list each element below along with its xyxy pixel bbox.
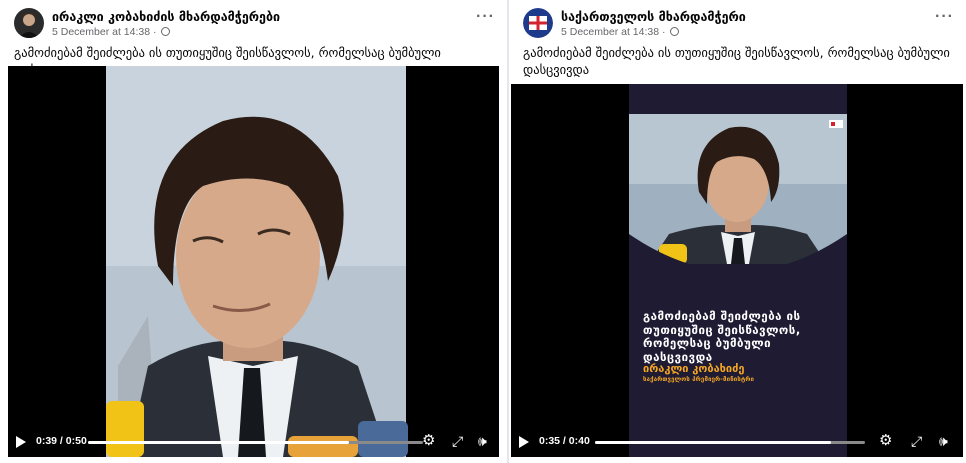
video-frame <box>8 66 499 457</box>
avatar[interactable] <box>14 8 44 38</box>
fullscreen-icon[interactable]: ⤢ <box>911 434 922 448</box>
globe-icon <box>670 27 680 36</box>
play-icon[interactable] <box>519 436 529 448</box>
video-progress-bar[interactable] <box>595 441 865 444</box>
more-icon[interactable]: ··· <box>476 9 495 25</box>
author-name[interactable]: საქართველოს მხარდამჭერი <box>561 9 746 24</box>
video-player[interactable]: გამოძიებამ შეიძლება ის თუთიყუშიც შეისწავ… <box>511 84 963 457</box>
overlay-quote: გამოძიებამ შეიძლება ის თუთიყუშიც შეისწავ… <box>643 309 801 364</box>
volume-icon[interactable]: 🕪 <box>478 434 487 448</box>
post-right: საქართველოს მხარდამჭერი 5 December at 14… <box>507 0 966 463</box>
post-meta: 5 December at 14:38 · <box>52 26 171 38</box>
play-icon[interactable] <box>16 436 26 448</box>
gear-icon[interactable]: ⚙ <box>879 433 892 448</box>
video-time: 0:39 / 0:50 <box>36 435 87 447</box>
post-date[interactable]: 5 December at 14:38 <box>52 26 150 38</box>
video-progress-fill <box>88 441 350 444</box>
gear-icon[interactable]: ⚙ <box>422 433 435 448</box>
post-caption: გამოძიებამ შეიძლება ის თუთიყუშიც შეისწავ… <box>523 45 950 77</box>
more-icon[interactable]: ··· <box>935 9 954 25</box>
post-header: საქართველოს მხარდამჭერი 5 December at 14… <box>517 6 958 42</box>
avatar[interactable] <box>523 8 553 38</box>
overlay-role: საქართველოს პრემიერ-მინისტრი <box>643 376 755 383</box>
meta-separator: · <box>661 26 666 38</box>
post-header: ირაკლი კობახიძის მხარდამჭერები 5 Decembe… <box>8 6 499 42</box>
fullscreen-icon[interactable]: ⤢ <box>452 434 463 448</box>
post-date[interactable]: 5 December at 14:38 <box>561 26 659 38</box>
author-name[interactable]: ირაკლი კობახიძის მხარდამჭერები <box>52 9 280 24</box>
video-controls: 0:39 / 0:50 ⚙ ⤢ 🕪 <box>8 427 499 457</box>
volume-icon[interactable]: 🕪 <box>939 434 948 448</box>
video-progress-fill <box>595 441 832 444</box>
globe-icon <box>161 27 171 36</box>
video-time: 0:35 / 0:40 <box>539 435 590 447</box>
overlay-shape <box>629 234 847 457</box>
meta-separator: · <box>152 26 157 38</box>
video-progress-bar[interactable] <box>88 441 423 444</box>
video-frame: გამოძიებამ შეიძლება ის თუთიყუშიც შეისწავ… <box>629 84 847 457</box>
post-left: ირაკლი კობახიძის მხარდამჭერები 5 Decembe… <box>0 0 507 463</box>
post-meta: 5 December at 14:38 · <box>561 26 680 38</box>
video-controls: 0:35 / 0:40 ⚙ ⤢ 🕪 <box>511 427 963 457</box>
overlay-name: ირაკლი კობახიძე <box>643 362 745 375</box>
video-player[interactable]: 0:39 / 0:50 ⚙ ⤢ 🕪 <box>8 66 499 457</box>
